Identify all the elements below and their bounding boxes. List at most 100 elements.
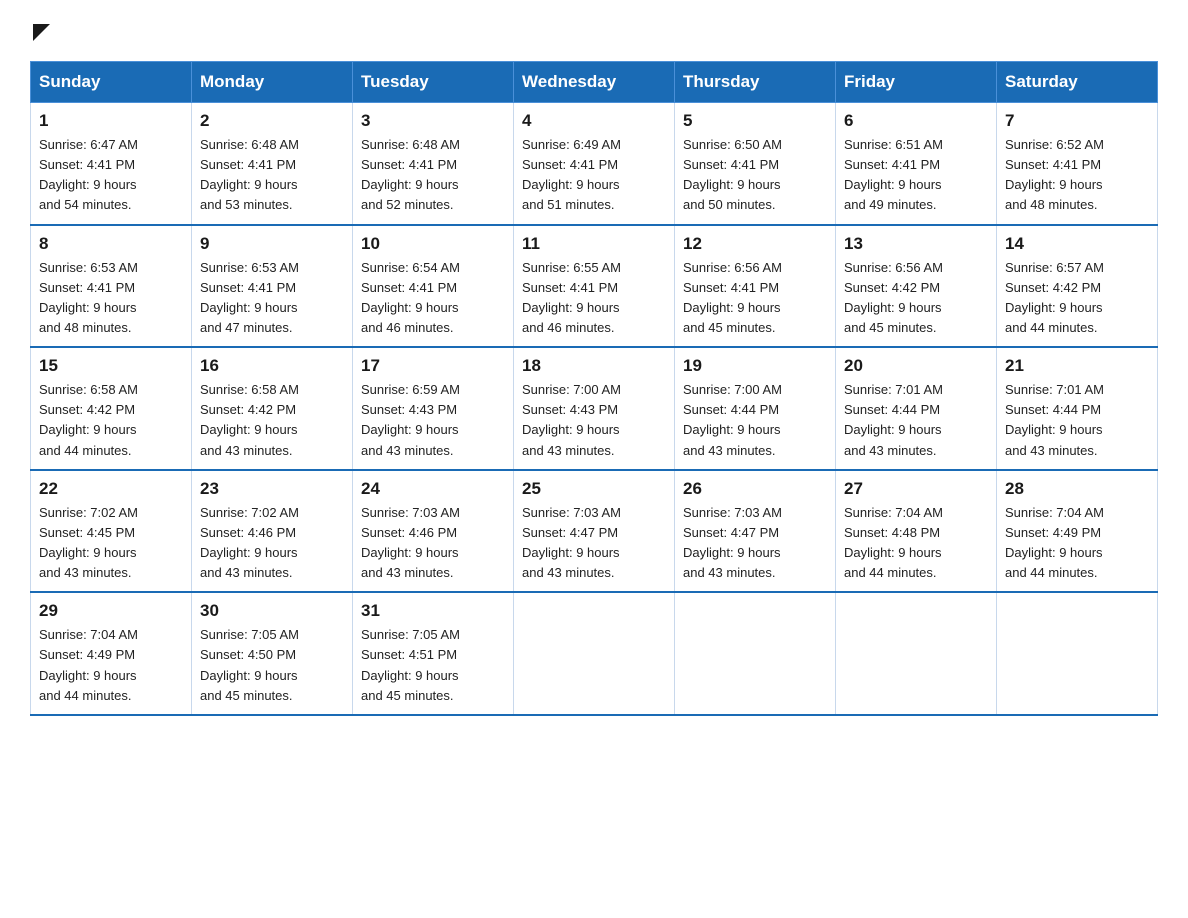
day-info: Sunrise: 7:04 AMSunset: 4:48 PMDaylight:… bbox=[844, 503, 988, 584]
calendar-week-row: 1 Sunrise: 6:47 AMSunset: 4:41 PMDayligh… bbox=[31, 103, 1158, 225]
day-number: 30 bbox=[200, 601, 344, 621]
calendar-day-cell: 20 Sunrise: 7:01 AMSunset: 4:44 PMDaylig… bbox=[836, 347, 997, 470]
day-info: Sunrise: 6:54 AMSunset: 4:41 PMDaylight:… bbox=[361, 258, 505, 339]
calendar-day-cell: 1 Sunrise: 6:47 AMSunset: 4:41 PMDayligh… bbox=[31, 103, 192, 225]
calendar-day-cell: 22 Sunrise: 7:02 AMSunset: 4:45 PMDaylig… bbox=[31, 470, 192, 593]
day-number: 17 bbox=[361, 356, 505, 376]
empty-cell bbox=[675, 592, 836, 715]
calendar-day-cell: 14 Sunrise: 6:57 AMSunset: 4:42 PMDaylig… bbox=[997, 225, 1158, 348]
day-info: Sunrise: 7:03 AMSunset: 4:47 PMDaylight:… bbox=[683, 503, 827, 584]
calendar-day-cell: 13 Sunrise: 6:56 AMSunset: 4:42 PMDaylig… bbox=[836, 225, 997, 348]
day-number: 29 bbox=[39, 601, 183, 621]
day-number: 21 bbox=[1005, 356, 1149, 376]
weekday-header-monday: Monday bbox=[192, 62, 353, 103]
day-number: 10 bbox=[361, 234, 505, 254]
calendar-day-cell: 5 Sunrise: 6:50 AMSunset: 4:41 PMDayligh… bbox=[675, 103, 836, 225]
calendar-week-row: 29 Sunrise: 7:04 AMSunset: 4:49 PMDaylig… bbox=[31, 592, 1158, 715]
calendar-day-cell: 19 Sunrise: 7:00 AMSunset: 4:44 PMDaylig… bbox=[675, 347, 836, 470]
day-number: 23 bbox=[200, 479, 344, 499]
calendar-day-cell: 18 Sunrise: 7:00 AMSunset: 4:43 PMDaylig… bbox=[514, 347, 675, 470]
day-number: 9 bbox=[200, 234, 344, 254]
day-number: 20 bbox=[844, 356, 988, 376]
day-number: 31 bbox=[361, 601, 505, 621]
logo-arrow-icon bbox=[33, 24, 50, 41]
page-header bbox=[30, 20, 1158, 41]
day-info: Sunrise: 7:00 AMSunset: 4:43 PMDaylight:… bbox=[522, 380, 666, 461]
day-number: 6 bbox=[844, 111, 988, 131]
calendar-day-cell: 29 Sunrise: 7:04 AMSunset: 4:49 PMDaylig… bbox=[31, 592, 192, 715]
day-info: Sunrise: 7:01 AMSunset: 4:44 PMDaylight:… bbox=[844, 380, 988, 461]
day-info: Sunrise: 6:58 AMSunset: 4:42 PMDaylight:… bbox=[39, 380, 183, 461]
day-number: 7 bbox=[1005, 111, 1149, 131]
calendar-day-cell: 6 Sunrise: 6:51 AMSunset: 4:41 PMDayligh… bbox=[836, 103, 997, 225]
calendar-day-cell: 15 Sunrise: 6:58 AMSunset: 4:42 PMDaylig… bbox=[31, 347, 192, 470]
day-number: 15 bbox=[39, 356, 183, 376]
day-info: Sunrise: 6:47 AMSunset: 4:41 PMDaylight:… bbox=[39, 135, 183, 216]
day-info: Sunrise: 6:51 AMSunset: 4:41 PMDaylight:… bbox=[844, 135, 988, 216]
day-number: 3 bbox=[361, 111, 505, 131]
day-info: Sunrise: 7:01 AMSunset: 4:44 PMDaylight:… bbox=[1005, 380, 1149, 461]
day-number: 19 bbox=[683, 356, 827, 376]
day-info: Sunrise: 6:58 AMSunset: 4:42 PMDaylight:… bbox=[200, 380, 344, 461]
day-number: 25 bbox=[522, 479, 666, 499]
calendar-day-cell: 31 Sunrise: 7:05 AMSunset: 4:51 PMDaylig… bbox=[353, 592, 514, 715]
day-info: Sunrise: 7:04 AMSunset: 4:49 PMDaylight:… bbox=[39, 625, 183, 706]
day-info: Sunrise: 7:05 AMSunset: 4:50 PMDaylight:… bbox=[200, 625, 344, 706]
calendar-day-cell: 24 Sunrise: 7:03 AMSunset: 4:46 PMDaylig… bbox=[353, 470, 514, 593]
calendar-day-cell: 2 Sunrise: 6:48 AMSunset: 4:41 PMDayligh… bbox=[192, 103, 353, 225]
day-info: Sunrise: 7:00 AMSunset: 4:44 PMDaylight:… bbox=[683, 380, 827, 461]
day-number: 1 bbox=[39, 111, 183, 131]
day-info: Sunrise: 6:52 AMSunset: 4:41 PMDaylight:… bbox=[1005, 135, 1149, 216]
day-info: Sunrise: 7:03 AMSunset: 4:46 PMDaylight:… bbox=[361, 503, 505, 584]
day-info: Sunrise: 6:55 AMSunset: 4:41 PMDaylight:… bbox=[522, 258, 666, 339]
day-number: 14 bbox=[1005, 234, 1149, 254]
day-info: Sunrise: 6:57 AMSunset: 4:42 PMDaylight:… bbox=[1005, 258, 1149, 339]
day-number: 11 bbox=[522, 234, 666, 254]
logo bbox=[30, 20, 50, 41]
day-number: 4 bbox=[522, 111, 666, 131]
calendar-day-cell: 4 Sunrise: 6:49 AMSunset: 4:41 PMDayligh… bbox=[514, 103, 675, 225]
calendar-day-cell: 8 Sunrise: 6:53 AMSunset: 4:41 PMDayligh… bbox=[31, 225, 192, 348]
calendar-day-cell: 23 Sunrise: 7:02 AMSunset: 4:46 PMDaylig… bbox=[192, 470, 353, 593]
day-number: 27 bbox=[844, 479, 988, 499]
day-info: Sunrise: 6:59 AMSunset: 4:43 PMDaylight:… bbox=[361, 380, 505, 461]
day-info: Sunrise: 6:48 AMSunset: 4:41 PMDaylight:… bbox=[361, 135, 505, 216]
calendar-day-cell: 7 Sunrise: 6:52 AMSunset: 4:41 PMDayligh… bbox=[997, 103, 1158, 225]
day-number: 13 bbox=[844, 234, 988, 254]
weekday-header-wednesday: Wednesday bbox=[514, 62, 675, 103]
calendar-table: SundayMondayTuesdayWednesdayThursdayFrid… bbox=[30, 61, 1158, 716]
day-info: Sunrise: 6:49 AMSunset: 4:41 PMDaylight:… bbox=[522, 135, 666, 216]
calendar-day-cell: 21 Sunrise: 7:01 AMSunset: 4:44 PMDaylig… bbox=[997, 347, 1158, 470]
weekday-header-friday: Friday bbox=[836, 62, 997, 103]
day-number: 28 bbox=[1005, 479, 1149, 499]
calendar-day-cell: 25 Sunrise: 7:03 AMSunset: 4:47 PMDaylig… bbox=[514, 470, 675, 593]
day-number: 12 bbox=[683, 234, 827, 254]
day-info: Sunrise: 7:02 AMSunset: 4:46 PMDaylight:… bbox=[200, 503, 344, 584]
calendar-day-cell: 26 Sunrise: 7:03 AMSunset: 4:47 PMDaylig… bbox=[675, 470, 836, 593]
day-number: 24 bbox=[361, 479, 505, 499]
day-info: Sunrise: 6:56 AMSunset: 4:42 PMDaylight:… bbox=[844, 258, 988, 339]
calendar-week-row: 22 Sunrise: 7:02 AMSunset: 4:45 PMDaylig… bbox=[31, 470, 1158, 593]
day-number: 16 bbox=[200, 356, 344, 376]
day-info: Sunrise: 6:48 AMSunset: 4:41 PMDaylight:… bbox=[200, 135, 344, 216]
day-info: Sunrise: 7:04 AMSunset: 4:49 PMDaylight:… bbox=[1005, 503, 1149, 584]
day-info: Sunrise: 7:05 AMSunset: 4:51 PMDaylight:… bbox=[361, 625, 505, 706]
calendar-week-row: 15 Sunrise: 6:58 AMSunset: 4:42 PMDaylig… bbox=[31, 347, 1158, 470]
empty-cell bbox=[836, 592, 997, 715]
day-info: Sunrise: 6:56 AMSunset: 4:41 PMDaylight:… bbox=[683, 258, 827, 339]
weekday-header-tuesday: Tuesday bbox=[353, 62, 514, 103]
calendar-header-row: SundayMondayTuesdayWednesdayThursdayFrid… bbox=[31, 62, 1158, 103]
weekday-header-saturday: Saturday bbox=[997, 62, 1158, 103]
calendar-day-cell: 27 Sunrise: 7:04 AMSunset: 4:48 PMDaylig… bbox=[836, 470, 997, 593]
day-number: 22 bbox=[39, 479, 183, 499]
day-info: Sunrise: 7:03 AMSunset: 4:47 PMDaylight:… bbox=[522, 503, 666, 584]
day-info: Sunrise: 6:53 AMSunset: 4:41 PMDaylight:… bbox=[39, 258, 183, 339]
calendar-day-cell: 28 Sunrise: 7:04 AMSunset: 4:49 PMDaylig… bbox=[997, 470, 1158, 593]
calendar-day-cell: 17 Sunrise: 6:59 AMSunset: 4:43 PMDaylig… bbox=[353, 347, 514, 470]
day-number: 2 bbox=[200, 111, 344, 131]
day-number: 5 bbox=[683, 111, 827, 131]
day-info: Sunrise: 6:50 AMSunset: 4:41 PMDaylight:… bbox=[683, 135, 827, 216]
calendar-day-cell: 12 Sunrise: 6:56 AMSunset: 4:41 PMDaylig… bbox=[675, 225, 836, 348]
calendar-day-cell: 3 Sunrise: 6:48 AMSunset: 4:41 PMDayligh… bbox=[353, 103, 514, 225]
day-info: Sunrise: 7:02 AMSunset: 4:45 PMDaylight:… bbox=[39, 503, 183, 584]
